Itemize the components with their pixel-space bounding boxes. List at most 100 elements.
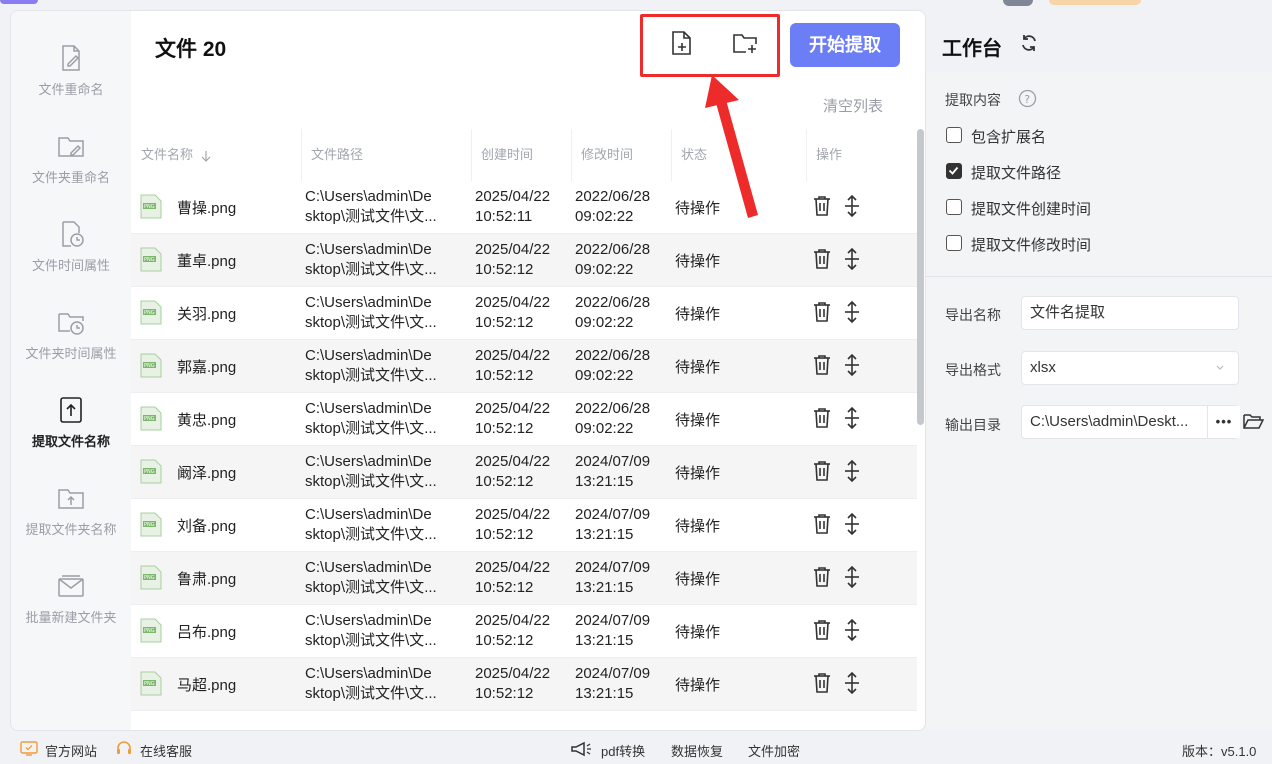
start-extract-button[interactable]: 开始提取 bbox=[790, 23, 900, 67]
column-header-status: 状态 bbox=[681, 147, 708, 162]
svg-text:PNG: PNG bbox=[144, 416, 155, 422]
delete-icon[interactable] bbox=[811, 565, 833, 589]
browse-more-button[interactable]: ••• bbox=[1207, 406, 1240, 438]
sidebar-item-file-time[interactable]: 文件时间属性 bbox=[11, 219, 131, 299]
file-path: C:\Users\admin\De sktop\测试文件\文... bbox=[305, 453, 437, 490]
table-row[interactable]: PNG 关羽.png C:\Users\admin\De sktop\测试文件\文… bbox=[131, 287, 917, 340]
table-row[interactable]: PNG 马超.png C:\Users\admin\De sktop\测试文件\文… bbox=[131, 658, 917, 711]
created-time: 2025/04/22 10:52:12 bbox=[475, 612, 551, 649]
table-row[interactable]: PNG 阚泽.png C:\Users\admin\De sktop\测试文件\文… bbox=[131, 446, 917, 499]
extract-path-checkbox[interactable] bbox=[946, 163, 962, 179]
export-name-input[interactable]: 文件名提取 bbox=[1021, 296, 1239, 330]
table-row[interactable]: PNG 黄忠.png C:\Users\admin\De sktop\测试文件\文… bbox=[131, 393, 917, 446]
delete-icon[interactable] bbox=[811, 247, 833, 271]
png-file-icon: PNG bbox=[140, 406, 162, 431]
move-icon[interactable] bbox=[841, 300, 863, 324]
delete-icon[interactable] bbox=[811, 671, 833, 695]
table-row[interactable]: PNG 郭嘉.png C:\Users\admin\De sktop\测试文件\文… bbox=[131, 340, 917, 393]
column-header-filename[interactable]: 文件名称 bbox=[131, 129, 301, 181]
png-file-icon: PNG bbox=[140, 247, 162, 272]
sidebar-item-label: 文件夹时间属性 bbox=[25, 346, 117, 361]
sidebar-item-folder-rename[interactable]: 文件夹重命名 bbox=[11, 131, 131, 211]
sidebar-item-batch-folder[interactable]: 批量新建文件夹 bbox=[11, 571, 131, 651]
extract-path-label: 提取文件路径 bbox=[971, 165, 1062, 182]
support-link[interactable]: 在线客服 bbox=[140, 741, 192, 760]
add-file-icon[interactable] bbox=[668, 29, 696, 57]
website-link[interactable]: 官方网站 bbox=[45, 741, 97, 760]
sidebar-item-extract-foldername[interactable]: 提取文件夹名称 bbox=[11, 483, 131, 563]
delete-icon[interactable] bbox=[811, 353, 833, 377]
move-icon[interactable] bbox=[841, 512, 863, 536]
table-row[interactable]: PNG 吕布.png C:\Users\admin\De sktop\测试文件\文… bbox=[131, 605, 917, 658]
open-folder-icon[interactable] bbox=[1243, 412, 1264, 430]
folder-clock-icon bbox=[58, 313, 84, 335]
move-icon[interactable] bbox=[841, 406, 863, 430]
table-row[interactable]: PNG 刘备.png C:\Users\admin\De sktop\测试文件\文… bbox=[131, 499, 917, 552]
modified-time: 2024/07/09 13:21:15 bbox=[575, 453, 651, 490]
add-folder-icon[interactable] bbox=[731, 29, 759, 57]
column-header-path: 文件路径 bbox=[311, 147, 364, 162]
file-path: C:\Users\admin\De sktop\测试文件\文... bbox=[305, 241, 437, 278]
column-header-modified: 修改时间 bbox=[581, 147, 634, 162]
file-encrypt-link[interactable]: 文件加密 bbox=[748, 741, 800, 760]
table-row[interactable]: PNG 鲁肃.png C:\Users\admin\De sktop\测试文件\文… bbox=[131, 552, 917, 605]
user-avatar[interactable] bbox=[1003, 0, 1033, 6]
extract-modified-checkbox[interactable] bbox=[946, 235, 962, 251]
pdf-convert-link[interactable]: pdf转换 bbox=[601, 741, 645, 760]
delete-icon[interactable] bbox=[811, 194, 833, 218]
status-text: 待操作 bbox=[675, 518, 721, 535]
clear-list-button[interactable]: 清空列表 bbox=[823, 95, 883, 116]
modified-time: 2024/07/09 13:21:15 bbox=[575, 506, 651, 543]
created-time: 2025/04/22 10:52:12 bbox=[475, 665, 551, 702]
file-path: C:\Users\admin\De sktop\测试文件\文... bbox=[305, 665, 437, 702]
include-extension-checkbox[interactable] bbox=[946, 127, 962, 143]
delete-icon[interactable] bbox=[811, 300, 833, 324]
file-rename-icon bbox=[62, 45, 80, 71]
delete-icon[interactable] bbox=[811, 618, 833, 642]
created-time: 2025/04/22 10:52:12 bbox=[475, 506, 551, 543]
sidebar-item-extract-filename[interactable]: 提取文件名称 bbox=[11, 395, 131, 475]
help-icon[interactable]: ? bbox=[1018, 89, 1037, 108]
delete-icon[interactable] bbox=[811, 512, 833, 536]
app-logo-fragment bbox=[0, 0, 38, 4]
status-text: 待操作 bbox=[675, 677, 721, 694]
move-icon[interactable] bbox=[841, 671, 863, 695]
sidebar-item-label: 提取文件名称 bbox=[31, 434, 110, 449]
move-icon[interactable] bbox=[841, 618, 863, 642]
extract-modified-label: 提取文件修改时间 bbox=[971, 237, 1092, 254]
svg-text:PNG: PNG bbox=[144, 363, 155, 369]
extract-created-checkbox[interactable] bbox=[946, 199, 962, 215]
file-path: C:\Users\admin\De sktop\测试文件\文... bbox=[305, 506, 437, 543]
table-row[interactable]: PNG 董卓.png C:\Users\admin\De sktop\测试文件\文… bbox=[131, 234, 917, 287]
created-time: 2025/04/22 10:52:11 bbox=[475, 188, 551, 225]
batch-folder-icon bbox=[58, 575, 84, 597]
delete-icon[interactable] bbox=[811, 406, 833, 430]
export-name-label: 导出名称 bbox=[945, 307, 1001, 323]
export-format-select[interactable]: xlsx bbox=[1021, 351, 1239, 385]
chevron-down-icon bbox=[1216, 365, 1224, 370]
svg-text:PNG: PNG bbox=[144, 522, 155, 528]
scrollbar-thumb[interactable] bbox=[917, 129, 924, 425]
status-text: 待操作 bbox=[675, 359, 721, 376]
status-text: 待操作 bbox=[675, 624, 721, 641]
data-recovery-link[interactable]: 数据恢复 bbox=[671, 741, 723, 760]
headset-icon bbox=[117, 741, 131, 754]
sort-down-arrow-icon[interactable] bbox=[201, 150, 211, 162]
checkmark-icon bbox=[948, 166, 959, 175]
refresh-icon[interactable] bbox=[1019, 33, 1039, 53]
created-time: 2025/04/22 10:52:12 bbox=[475, 400, 551, 437]
png-file-icon: PNG bbox=[140, 353, 162, 378]
move-icon[interactable] bbox=[841, 459, 863, 483]
delete-icon[interactable] bbox=[811, 459, 833, 483]
move-icon[interactable] bbox=[841, 353, 863, 377]
move-icon[interactable] bbox=[841, 247, 863, 271]
created-time: 2025/04/22 10:52:12 bbox=[475, 347, 551, 384]
move-icon[interactable] bbox=[841, 565, 863, 589]
sidebar-item-file-rename[interactable]: 文件重命名 bbox=[11, 43, 131, 123]
svg-text:PNG: PNG bbox=[144, 469, 155, 475]
svg-text:PNG: PNG bbox=[144, 681, 155, 687]
table-row[interactable]: PNG 曹操.png C:\Users\admin\De sktop\测试文件\文… bbox=[131, 181, 917, 234]
vip-badge[interactable] bbox=[1049, 0, 1141, 5]
move-icon[interactable] bbox=[841, 194, 863, 218]
sidebar-item-folder-time[interactable]: 文件夹时间属性 bbox=[11, 307, 131, 387]
